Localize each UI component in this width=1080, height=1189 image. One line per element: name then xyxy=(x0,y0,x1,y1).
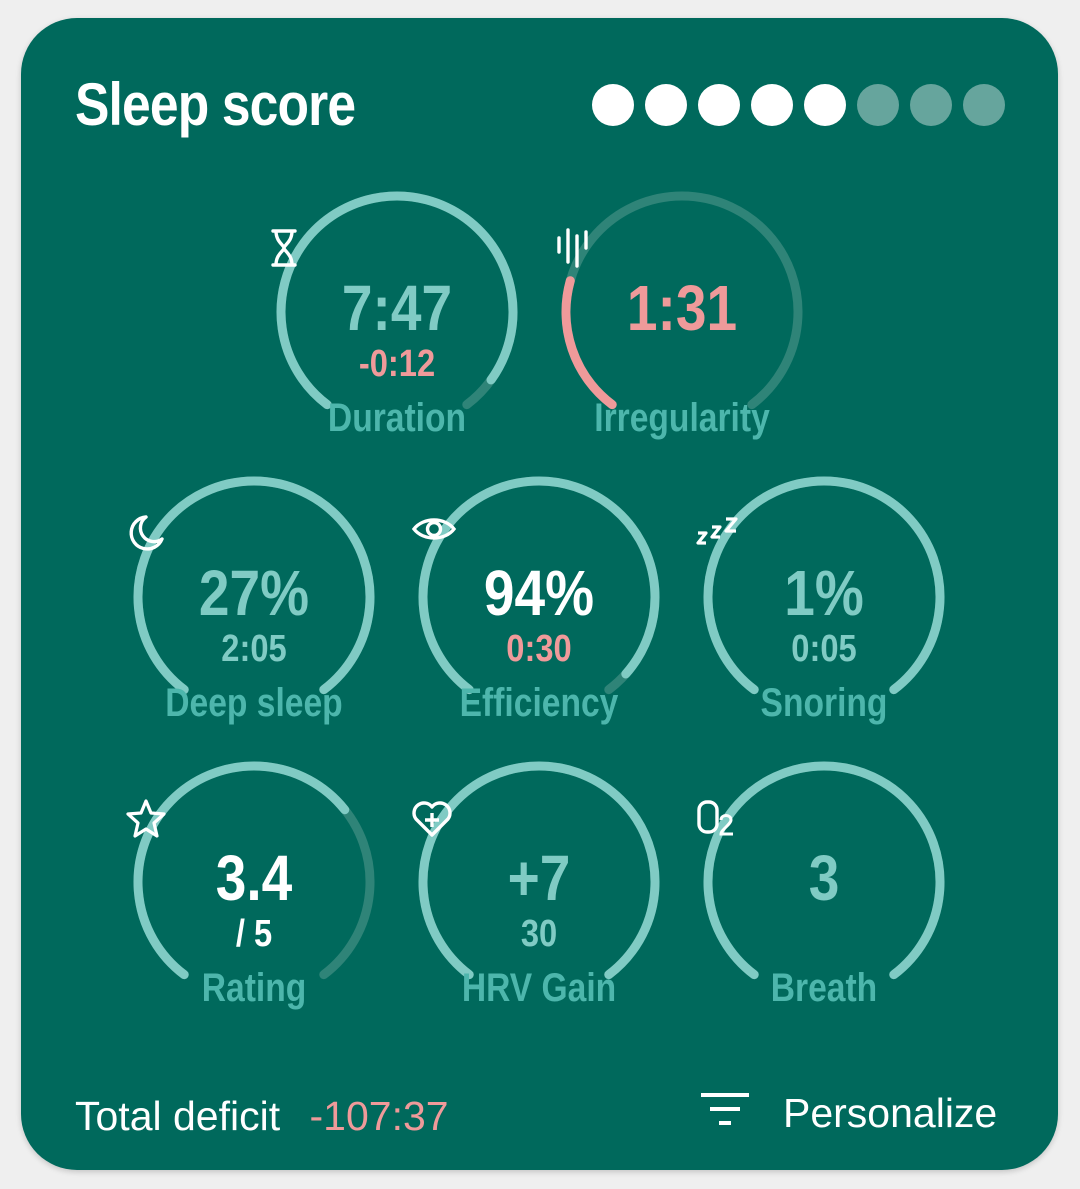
card-title: Sleep score xyxy=(75,71,356,138)
sleep-score-card[interactable]: Sleep score 7:47 -0:12 Duration 1:31 Irregu… xyxy=(21,18,1058,1170)
efficiency-sub-value: 0:30 xyxy=(506,628,572,670)
total-deficit-label: Total deficit xyxy=(75,1093,281,1139)
score-dot-filled xyxy=(592,84,634,126)
snoring-label: Snoring xyxy=(760,681,888,725)
irregularity-value: 1:31 xyxy=(626,272,738,344)
rating-value: 3.4 xyxy=(215,842,293,914)
duration-value: 7:47 xyxy=(341,272,453,344)
score-dots xyxy=(592,84,1005,126)
snoring-sub-value: 0:05 xyxy=(791,628,857,670)
gauge-irregularity[interactable]: 1:31 Irregularity xyxy=(554,184,810,464)
duration-sub-value: -0:12 xyxy=(358,343,436,385)
total-deficit-value: -107:37 xyxy=(309,1093,449,1139)
deep-sleep-label: Deep sleep xyxy=(165,681,343,725)
score-dot-filled xyxy=(751,84,793,126)
moon-icon xyxy=(126,513,382,557)
efficiency-label: Efficiency xyxy=(459,681,619,725)
o2-icon xyxy=(696,798,952,842)
score-dot-filled xyxy=(645,84,687,126)
star-icon xyxy=(126,798,382,842)
personalize-label: Personalize xyxy=(783,1090,998,1136)
score-dot-filled xyxy=(698,84,740,126)
gauge-duration[interactable]: 7:47 -0:12 Duration xyxy=(269,184,525,464)
gauge-rating[interactable]: 3.4/ 5 Rating xyxy=(126,754,382,1034)
irregularity-label: Irregularity xyxy=(594,396,770,440)
personalize-button[interactable]: Personalize xyxy=(701,1090,997,1137)
deep-sleep-value: 27% xyxy=(198,557,310,629)
deep-sleep-sub-value: 2:05 xyxy=(221,628,287,670)
hrv-gain-sub-value: 30 xyxy=(520,913,558,955)
heart-plus-icon xyxy=(411,798,667,842)
hrv-gain-label: HRV Gain xyxy=(461,966,617,1010)
score-dot-filled xyxy=(804,84,846,126)
duration-label: Duration xyxy=(327,396,467,440)
breath-label: Breath xyxy=(770,966,878,1010)
snore-zzz-icon xyxy=(696,513,952,557)
hrv-gain-value: +7 xyxy=(507,842,571,914)
gauge-efficiency[interactable]: 94% 0:30 Efficiency xyxy=(411,469,667,749)
gauge-snoring[interactable]: 1% 0:05 Snoring xyxy=(696,469,952,749)
hourglass-icon xyxy=(269,228,525,272)
irregularity-bars-icon xyxy=(554,228,810,272)
score-dot-empty xyxy=(857,84,899,126)
score-dot-empty xyxy=(963,84,1005,126)
efficiency-value: 94% xyxy=(483,557,595,629)
rating-sub-value: / 5 xyxy=(235,913,273,955)
total-deficit: Total deficit -107:37 xyxy=(75,1093,449,1140)
gauge-breath[interactable]: 3 Breath xyxy=(696,754,952,1034)
gauge-deep-sleep[interactable]: 27% 2:05 Deep sleep xyxy=(126,469,382,749)
breath-value: 3 xyxy=(808,842,840,914)
filter-icon xyxy=(701,1090,749,1137)
score-dot-empty xyxy=(910,84,952,126)
snoring-value: 1% xyxy=(784,557,864,629)
rating-label: Rating xyxy=(201,966,307,1010)
gauge-hrv-gain[interactable]: +7 30 HRV Gain xyxy=(411,754,667,1034)
eye-icon xyxy=(411,513,667,557)
